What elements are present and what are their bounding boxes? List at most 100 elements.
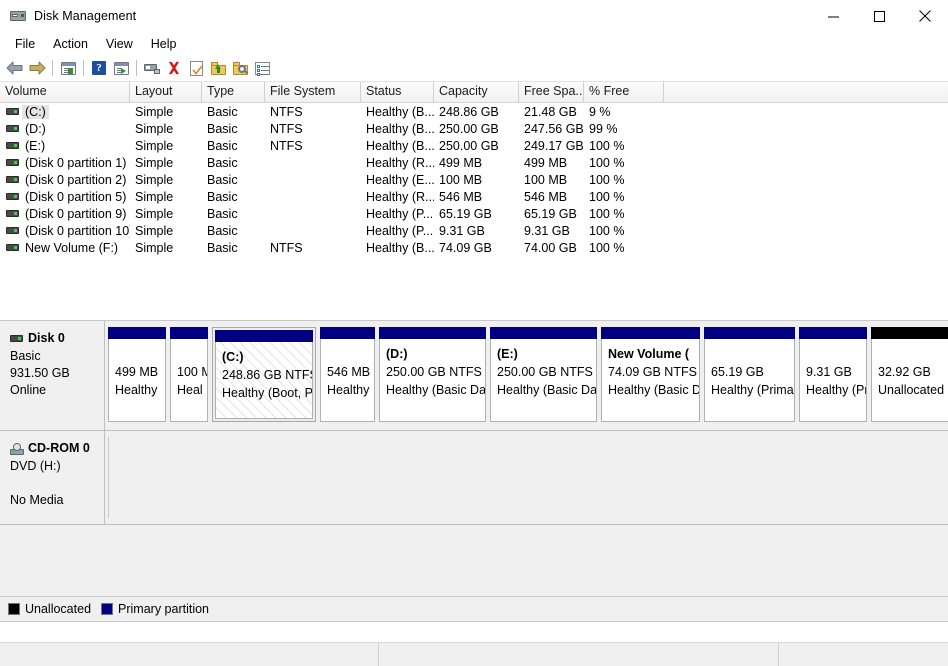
partition-details: (D:) 250.00 GB NTFS Healthy (Basic Da — [379, 339, 486, 422]
cell-capacity: 248.86 GB — [439, 104, 499, 119]
title-bar: Disk Management — [0, 0, 948, 33]
table-row[interactable]: (Disk 0 partition 9) Simple Basic Healthy (… — [0, 205, 948, 222]
folder-up-icon[interactable] — [207, 57, 229, 79]
close-icon[interactable] — [902, 0, 948, 32]
status-panel-3 — [779, 643, 948, 666]
table-row[interactable]: New Volume (F:) Simple Basic NTFS Healthy (B… — [0, 239, 948, 256]
show-action-pane-icon[interactable] — [110, 57, 132, 79]
table-row[interactable]: (Disk 0 partition 1) Simple Basic Healthy (… — [0, 154, 948, 171]
toolbar-separator — [83, 60, 84, 76]
delete-icon[interactable] — [163, 57, 185, 79]
partition-block[interactable]: (C:) 248.86 GB NTFS Healthy (Boot, Pa — [212, 327, 316, 422]
properties-icon[interactable] — [185, 57, 207, 79]
list-view-icon[interactable] — [251, 57, 273, 79]
partition-title-empty — [878, 345, 948, 363]
disk0-partitions: 499 MB Healthy 100 M Heal (C:) 248.86 GB NTF… — [105, 321, 948, 430]
cell-type: Basic — [207, 172, 238, 187]
menu-file[interactable]: File — [6, 34, 44, 54]
partition-block[interactable]: 32.92 GB Unallocated — [871, 327, 948, 422]
column-header-percent-free[interactable]: % Free — [584, 82, 664, 102]
cell-layout: Simple — [135, 155, 174, 170]
cell-type: Basic — [207, 138, 238, 153]
cell-layout: Simple — [135, 104, 174, 119]
column-header-volume[interactable]: Volume — [0, 82, 130, 102]
partition-size: 250.00 GB NTFS — [497, 365, 593, 379]
partition-size: 248.86 GB NTFS — [222, 368, 313, 382]
column-header-free-space[interactable]: Free Spa... — [519, 82, 584, 102]
disk-state: Online — [10, 383, 47, 397]
partition-block[interactable]: 499 MB Healthy — [108, 327, 166, 422]
help-icon[interactable]: ? — [88, 57, 110, 79]
disk-info-disk0[interactable]: Disk 0 Basic 931.50 GB Online — [0, 321, 105, 430]
table-row[interactable]: (E:) Simple Basic NTFS Healthy (B... 250.00 G… — [0, 137, 948, 154]
cdrom-info[interactable]: CD-ROM 0 DVD (H:) No Media — [0, 431, 105, 524]
partition-color-bar — [170, 327, 208, 339]
cell-free-space: 9.31 GB — [524, 223, 570, 238]
partition-block[interactable]: (E:) 250.00 GB NTFS Healthy (Basic Da — [490, 327, 597, 422]
cell-capacity: 499 MB — [439, 155, 483, 170]
table-row[interactable]: (Disk 0 partition 5) Simple Basic Healthy (… — [0, 188, 948, 205]
volume-icon — [6, 108, 19, 115]
cell-status: Healthy (B... — [366, 104, 434, 119]
partition-size: 9.31 GB — [806, 365, 852, 379]
table-row[interactable]: (C:) Simple Basic NTFS Healthy (B... 248.86 G… — [0, 103, 948, 120]
partition-details: 100 M Heal — [170, 339, 208, 422]
partition-details: 32.92 GB Unallocated — [871, 339, 948, 422]
volume-icon — [6, 142, 19, 149]
cdrom-row: CD-ROM 0 DVD (H:) No Media — [0, 431, 948, 525]
show-hide-console-tree-icon[interactable] — [57, 57, 79, 79]
cell-percent-free: 100 % — [589, 240, 625, 255]
menu-action[interactable]: Action — [44, 34, 97, 54]
partition-block[interactable]: 65.19 GB Healthy (Prima — [704, 327, 795, 422]
folder-search-icon[interactable] — [229, 57, 251, 79]
partition-status: Healthy — [327, 383, 370, 397]
partition-block[interactable]: New Volume (74.09 GB NTFS Healthy (Basic … — [601, 327, 700, 422]
partition-color-bar — [320, 327, 375, 339]
column-header-capacity[interactable]: Capacity — [434, 82, 519, 102]
column-header-layout[interactable]: Layout — [130, 82, 202, 102]
cell-volume: (E:) — [0, 139, 130, 153]
volume-list-rows: (C:) Simple Basic NTFS Healthy (B... 248.86 G… — [0, 103, 948, 256]
menu-help[interactable]: Help — [142, 34, 186, 54]
status-panel-1 — [0, 643, 379, 666]
partition-block[interactable]: (D:) 250.00 GB NTFS Healthy (Basic Da — [379, 327, 486, 422]
column-header-status[interactable]: Status — [361, 82, 434, 102]
partition-block[interactable]: 546 MB Healthy — [320, 327, 375, 422]
partition-block[interactable]: 9.31 GB Healthy (Pri — [799, 327, 867, 422]
partition-title-empty — [177, 345, 207, 363]
column-header-file-system[interactable]: File System — [265, 82, 361, 102]
partition-size: 100 M — [177, 365, 207, 379]
partition-status: Healthy (Pri — [806, 383, 867, 397]
partition-status: Healthy (Prima — [711, 383, 794, 397]
disk-row-disk0: Disk 0 Basic 931.50 GB Online 499 MB Heal… — [0, 321, 948, 431]
minimize-icon[interactable] — [810, 0, 856, 32]
table-row[interactable]: (Disk 0 partition 2) Simple Basic Healthy (… — [0, 171, 948, 188]
volume-icon — [6, 244, 19, 251]
cell-volume: New Volume (F:) — [0, 241, 130, 255]
cell-status: Healthy (E... — [366, 172, 434, 187]
legend-label-primary-partition: Primary partition — [118, 602, 210, 616]
legend: Unallocated Primary partition — [0, 597, 948, 622]
rescan-disks-icon[interactable] — [141, 57, 163, 79]
partition-status: Healthy — [115, 383, 158, 397]
partition-color-bar — [490, 327, 597, 339]
back-arrow-icon[interactable] — [4, 57, 26, 79]
partition-block[interactable]: 100 M Heal — [170, 327, 208, 422]
cell-type: Basic — [207, 206, 238, 221]
volume-label: (C:) — [22, 104, 49, 119]
cell-free-space: 74.00 GB — [524, 240, 577, 255]
cell-status: Healthy (R... — [366, 189, 434, 204]
menu-view[interactable]: View — [97, 34, 142, 54]
status-panel-2 — [379, 643, 779, 666]
column-header-type[interactable]: Type — [202, 82, 265, 102]
cdrom-media-area[interactable] — [105, 431, 948, 524]
maximize-icon[interactable] — [856, 0, 902, 32]
partition-status: Healthy (Basic Da — [386, 383, 486, 397]
partition-size: 32.92 GB — [878, 365, 931, 379]
table-row[interactable]: (Disk 0 partition 10) Simple Basic Healthy … — [0, 222, 948, 239]
table-row[interactable]: (D:) Simple Basic NTFS Healthy (B... 250.00 G… — [0, 120, 948, 137]
partition-status: Healthy (Basic Da — [497, 383, 597, 397]
partition-size: 74.09 GB NTFS — [608, 365, 697, 379]
partition-color-bar — [215, 330, 313, 342]
forward-arrow-icon[interactable] — [26, 57, 48, 79]
